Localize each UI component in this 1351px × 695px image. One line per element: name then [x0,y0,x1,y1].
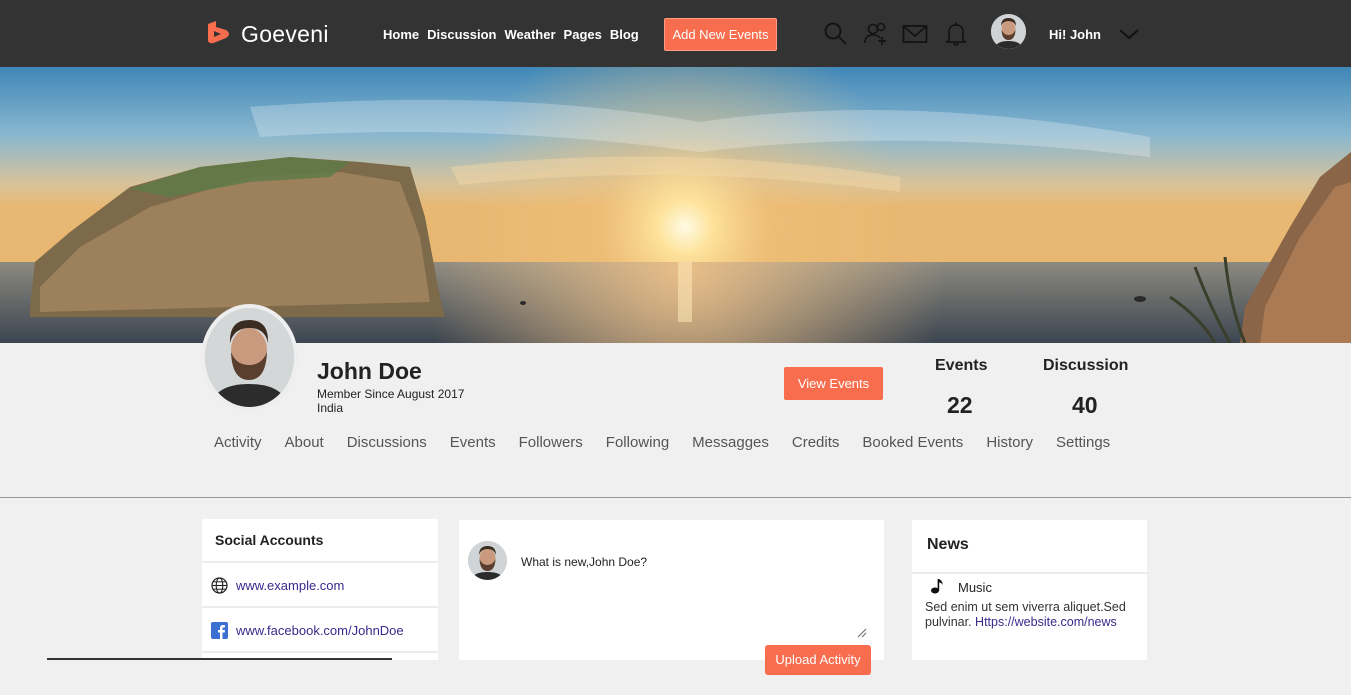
news-link[interactable]: Https://website.com/news [975,615,1117,629]
nav-discussion[interactable]: Discussion [427,27,496,42]
news-card: News Music Sed enim ut sem viverra aliqu… [912,520,1147,660]
tab-following[interactable]: Following [606,434,669,451]
upload-activity-button[interactable]: Upload Activity [765,645,871,675]
discussion-stat-label: Discussion [1043,357,1129,374]
website-link[interactable]: www.example.com [236,578,344,593]
tab-messages[interactable]: Messagges [692,434,769,451]
country-text: India [317,401,344,415]
tab-credits[interactable]: Credits [792,434,840,451]
user-avatar[interactable] [991,14,1026,49]
top-navigation-bar: Goeveni Home Discussion Weather Pages Bl… [0,0,1351,67]
social-row-website: www.example.com [202,561,438,605]
cover-photo [0,67,1351,343]
profile-tabs: Activity About Discussions Events Follow… [214,434,1133,451]
profile-name: John Doe [317,358,422,384]
logo-icon [208,21,229,44]
post-input[interactable]: What is new,John Doe? [521,555,647,569]
chevron-down-icon[interactable] [1118,25,1140,43]
nav-home[interactable]: Home [383,27,419,42]
composer-avatar-image [468,541,507,580]
tab-history[interactable]: History [986,434,1033,451]
cover-sunset-image [0,67,1351,343]
brand-name: Goeveni [241,20,329,47]
events-stat-label: Events [935,357,988,374]
bell-icon[interactable] [943,21,969,47]
tab-activity[interactable]: Activity [214,434,262,451]
discussion-stat-value: 40 [1072,392,1098,418]
main-nav: Home Discussion Weather Pages Blog [383,27,647,42]
news-body: Sed enim ut sem viverra aliquet.Sed pulv… [925,600,1140,630]
nav-weather[interactable]: Weather [504,27,555,42]
add-user-icon[interactable] [862,21,888,47]
resize-handle-icon[interactable] [857,628,867,638]
logo[interactable]: Goeveni [206,20,329,48]
nav-blog[interactable]: Blog [610,27,639,42]
tab-about[interactable]: About [285,434,324,451]
tab-settings[interactable]: Settings [1056,434,1110,451]
facebook-link[interactable]: www.facebook.com/JohnDoe [236,623,404,638]
tab-followers[interactable]: Followers [519,434,583,451]
music-note-icon [931,579,943,594]
composer-avatar [468,541,507,580]
news-title: News [927,536,969,553]
profile-avatar-image [205,308,294,407]
social-row-facebook: www.facebook.com/JohnDoe [202,606,438,650]
nav-pages[interactable]: Pages [564,27,602,42]
social-accounts-title: Social Accounts [215,532,324,548]
news-divider [912,572,1147,574]
news-category: Music [958,580,992,595]
member-since-text: Member Since August 2017 [317,387,465,401]
add-new-events-button[interactable]: Add New Events [664,18,777,51]
avatar-image [991,14,1026,49]
mail-icon[interactable] [902,21,928,47]
view-events-button[interactable]: View Events [784,367,883,400]
social-accounts-card: Social Accounts www.example.com www.face… [202,519,438,660]
search-icon[interactable] [823,21,849,47]
profile-avatar[interactable] [201,304,298,411]
globe-icon [211,577,228,594]
events-stat-value: 22 [947,392,973,418]
greeting-text[interactable]: Hi! John [1049,27,1101,42]
tab-booked-events[interactable]: Booked Events [862,434,963,451]
facebook-icon [211,622,228,639]
tab-discussions[interactable]: Discussions [347,434,427,451]
post-composer-card: What is new,John Doe? Upload Activity [459,520,884,675]
tab-events[interactable]: Events [450,434,496,451]
